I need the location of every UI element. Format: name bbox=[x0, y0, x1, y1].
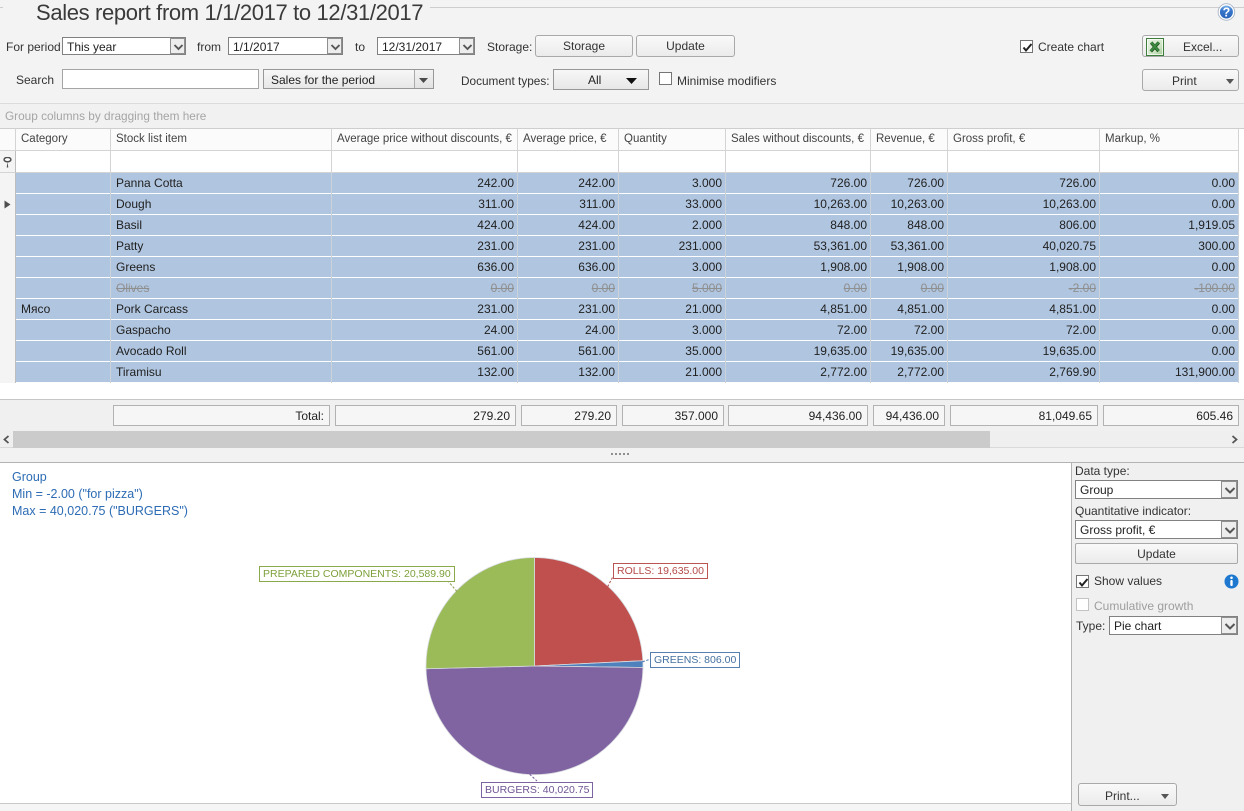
svg-text:?: ? bbox=[1223, 6, 1231, 20]
